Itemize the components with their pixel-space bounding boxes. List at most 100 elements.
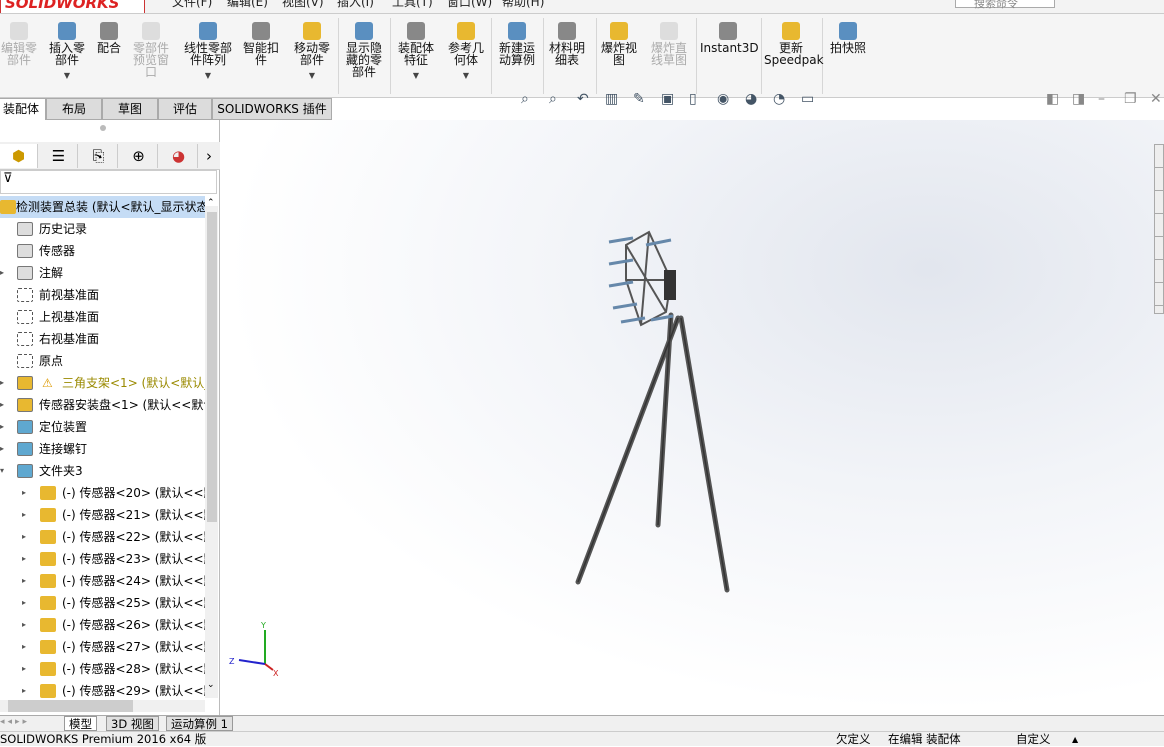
expand-arrow-icon[interactable]: ▸ (22, 570, 30, 592)
forum-icon[interactable] (1155, 283, 1163, 306)
edit-appearance-icon[interactable]: ◕ (745, 91, 757, 107)
panel-grip[interactable] (100, 125, 106, 131)
expand-arrow-icon[interactable]: ▸ (0, 262, 8, 284)
tree-item[interactable]: 上视基准面 (0, 306, 205, 328)
tree-item[interactable]: 历史记录 (0, 218, 205, 240)
minimize-icon[interactable]: – (1098, 91, 1105, 107)
appearances-icon[interactable] (1155, 237, 1163, 260)
display-manager-tab-icon[interactable]: ◕ (160, 144, 198, 168)
feature-manager-tab-icon[interactable]: ⬢ (0, 144, 38, 168)
mate-button[interactable]: 配合 (94, 22, 124, 54)
expand-arrow-icon[interactable]: ▸ (22, 680, 30, 702)
menu-item[interactable]: 视图(V) (282, 0, 324, 10)
smart-fastener-button[interactable]: 智能扣 件 (240, 22, 282, 66)
expand-arrow-icon[interactable]: ▸ (22, 592, 30, 614)
insert-component-button[interactable]: 插入零 部件 ▼ (46, 22, 88, 82)
snapshot-button[interactable]: 拍快照 (826, 22, 870, 54)
tree-item[interactable]: 右视基准面 (0, 328, 205, 350)
units-up-icon[interactable]: ▲ (1072, 732, 1078, 747)
dropdown-arrow-icon[interactable]: ▼ (444, 70, 488, 82)
hide-show-icon[interactable]: ◉ (717, 91, 729, 107)
instant3d-button[interactable]: Instant3D (700, 22, 759, 54)
chevron-right-icon[interactable]: › (198, 144, 220, 168)
collapse-arrow-icon[interactable]: ▾ (0, 460, 8, 482)
home-icon[interactable] (1155, 145, 1163, 168)
view-palette-icon[interactable] (1155, 214, 1163, 237)
tree-item-sensor[interactable]: ▸ (-) 传感器<28> (默认<<默认>_显示状态 1>) (0, 658, 205, 680)
expand-arrow-icon[interactable]: ▸ (22, 526, 30, 548)
display-style-icon[interactable]: ▯ (689, 91, 697, 107)
tree-item[interactable]: ▾ 文件夹3 (0, 460, 205, 482)
expand-arrow-icon[interactable]: ▸ (22, 614, 30, 636)
expand-arrow-icon[interactable]: ▸ (0, 372, 8, 394)
graphics-area[interactable]: ⌕ ⌕ ↶ ▥ ✎ ▣ ▯ ◉ ◕ ◔ ▭ ◧ ◨ – ❐ ✕ Y Z X (221, 91, 1164, 715)
menu-item[interactable]: 插入(I) (337, 0, 374, 10)
view-orientation-icon[interactable]: ▣ (661, 91, 674, 107)
tree-item-sensor[interactable]: ▸ (-) 传感器<24> (默认<<默认>_显示状态 1>) (0, 570, 205, 592)
tab-3[interactable]: 评估 (158, 98, 212, 120)
bom-button[interactable]: 材料明 细表 (546, 22, 588, 66)
expand-arrow-icon[interactable]: ▸ (0, 394, 8, 416)
tree-item[interactable]: ▸ 注解 (0, 262, 205, 284)
configuration-manager-tab-icon[interactable]: ⎘ (80, 144, 118, 168)
tab-scroll-arrows[interactable]: ◂◂▸▸ (0, 717, 58, 730)
tree-item[interactable]: 前视基准面 (0, 284, 205, 306)
dynamic-annotation-icon[interactable]: ✎ (633, 91, 645, 107)
tab-4[interactable]: SOLIDWORKS 插件 (212, 98, 332, 120)
tree-item[interactable]: 原点 (0, 350, 205, 372)
speedpak-button[interactable]: 更新 Speedpak (764, 22, 824, 66)
parts-icon[interactable] (1155, 168, 1163, 191)
previous-view-icon[interactable]: ↶ (577, 91, 589, 107)
apply-scene-icon[interactable]: ◔ (773, 91, 785, 107)
scrollbar-thumb[interactable] (207, 212, 217, 522)
restore-icon[interactable]: ❐ (1124, 91, 1137, 107)
property-manager-tab-icon[interactable]: ☰ (40, 144, 78, 168)
tab-2[interactable]: 草图 (102, 98, 158, 120)
menu-item[interactable]: 工具(T) (392, 0, 433, 10)
file-explorer-icon[interactable] (1155, 191, 1163, 214)
expand-arrow-icon[interactable]: ▸ (0, 438, 8, 460)
custom-properties-icon[interactable] (1155, 260, 1163, 283)
show-hidden-button[interactable]: 显示隐 藏的零 部件 (342, 22, 386, 78)
tree-root-assembly[interactable]: 检测装置总装 (默认<默认_显示状态-1>) (0, 196, 205, 218)
menu-item[interactable]: 编辑(E) (227, 0, 268, 10)
tree-item-sensor[interactable]: ▸ (-) 传感器<29> (默认<<默认>_显示状态 1>) (0, 680, 205, 702)
menu-item[interactable]: 帮助(H) (502, 0, 544, 10)
expand-arrow-icon[interactable]: ▸ (22, 504, 30, 526)
zoom-to-fit-icon[interactable]: ⌕ (521, 91, 529, 107)
bottom-tab-0[interactable]: 模型 (64, 716, 97, 731)
bottom-tab-1[interactable]: 3D 视图 (106, 716, 159, 731)
tree-item[interactable]: 传感器 (0, 240, 205, 262)
assembly-feature-button[interactable]: 装配体 特征 ▼ (394, 22, 438, 82)
tab-0[interactable]: 装配体 (0, 98, 46, 120)
scroll-down-icon[interactable]: ⌄ (207, 680, 215, 690)
tree-item[interactable]: ▸ ⚠ 三角支架<1> (默认<默认_显示状态-1>) (0, 372, 205, 394)
search-input[interactable]: 搜索命令 (955, 0, 1055, 10)
expand-arrow-icon[interactable]: ▸ (22, 482, 30, 504)
tree-item-sensor[interactable]: ▸ (-) 传感器<25> (默认<<默认>_显示状态 1>) (0, 592, 205, 614)
tree-item-sensor[interactable]: ▸ (-) 传感器<20> (默认<<默认>_显示状态 1>) (0, 482, 205, 504)
tree-item[interactable]: ▸ 传感器安装盘<1> (默认<<默认>_显示状态 1>) (0, 394, 205, 416)
tripod-sensor-model[interactable] (221, 120, 1164, 715)
tile-right-icon[interactable]: ◨ (1072, 91, 1085, 107)
expand-arrow-icon[interactable]: ▸ (22, 658, 30, 680)
explode-line-button[interactable]: 爆炸直 线草图 (648, 22, 690, 66)
expand-arrow-icon[interactable]: ▸ (22, 548, 30, 570)
tree-item-sensor[interactable]: ▸ (-) 传感器<21> (默认<<默认>_显示状态 1>) (0, 504, 205, 526)
linear-pattern-button[interactable]: 线性零部 件阵列 ▼ (178, 22, 238, 82)
tree-item[interactable]: ▸ 连接螺钉 (0, 438, 205, 460)
tree-item-sensor[interactable]: ▸ (-) 传感器<23> (默认<<默认>_显示状态 1>) (0, 548, 205, 570)
tab-1[interactable]: 布局 (46, 98, 102, 120)
expand-arrow-icon[interactable]: ▸ (22, 636, 30, 658)
bottom-tab-2[interactable]: 运动算例 1 (166, 716, 233, 731)
tree-item-sensor[interactable]: ▸ (-) 传感器<26> (默认<<默认>_显示状态 1>) (0, 614, 205, 636)
scroll-up-icon[interactable]: ⌃ (207, 198, 215, 208)
edit-component-button[interactable]: 编辑零 部件 (0, 22, 38, 66)
preview-window-button[interactable]: 零部件 预览窗 口 (130, 22, 172, 78)
zoom-area-icon[interactable]: ⌕ (549, 91, 557, 107)
section-view-icon[interactable]: ▥ (605, 91, 618, 107)
close-icon[interactable]: ✕ (1150, 91, 1162, 107)
dropdown-arrow-icon[interactable]: ▼ (178, 70, 238, 82)
tile-left-icon[interactable]: ◧ (1046, 91, 1059, 107)
tree-filter[interactable]: ⊽ (0, 170, 217, 194)
